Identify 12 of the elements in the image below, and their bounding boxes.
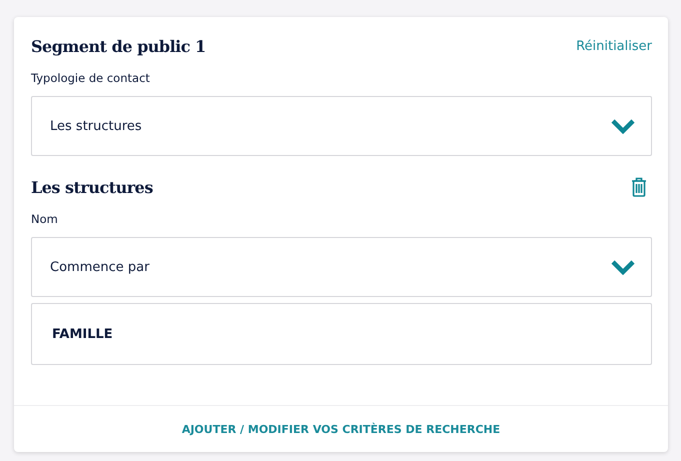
card-title: Segment de public 1 xyxy=(31,36,206,56)
field-label: Nom xyxy=(31,212,59,226)
chevron-down-icon xyxy=(611,260,635,274)
add-criteria-link[interactable]: AJOUTER / MODIFIER VOS CRITÈRES DE RECHERCHE xyxy=(182,422,500,436)
contact-type-select[interactable]: Les structures xyxy=(31,96,652,156)
input-field[interactable]: FAMILLE xyxy=(31,303,652,365)
condition-select[interactable]: Commence par xyxy=(31,237,652,297)
trash-icon[interactable] xyxy=(631,177,647,197)
chevron-down-icon xyxy=(611,118,635,134)
section-title: Les structures xyxy=(31,178,153,196)
reset-link[interactable]: Réinitialiser xyxy=(576,38,652,54)
field-label: Typologie de contact xyxy=(31,71,151,85)
